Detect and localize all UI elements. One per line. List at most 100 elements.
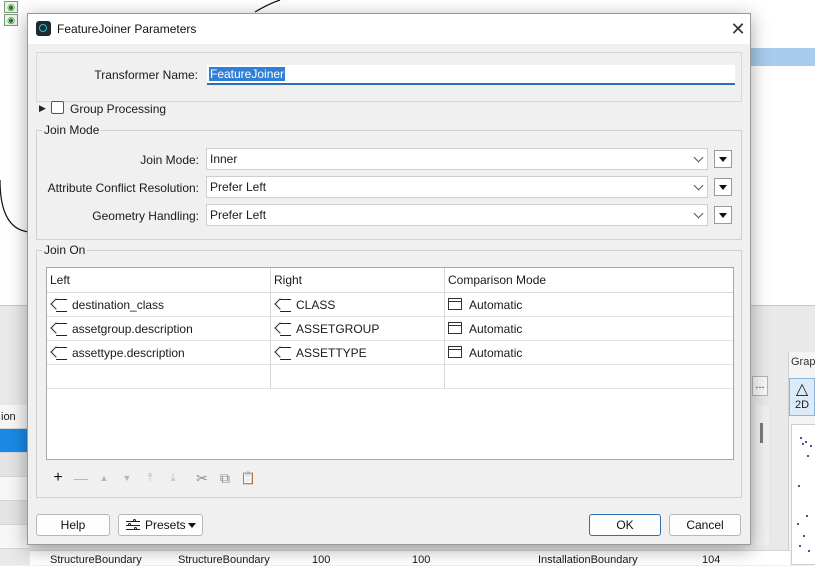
- join-mode-value: Inner: [210, 152, 238, 166]
- right-attribute-cell[interactable]: CLASS: [271, 293, 445, 317]
- comparison-mode-cell[interactable]: [445, 365, 733, 389]
- presets-label: Presets: [145, 518, 186, 532]
- comparison-mode-value: Automatic: [469, 346, 523, 360]
- transformer-name-input[interactable]: FeatureJoiner: [207, 65, 735, 85]
- eye-icon[interactable]: ◉: [4, 14, 18, 26]
- move-to-bottom-button[interactable]: ⤓: [163, 468, 183, 488]
- comparison-mode-cell[interactable]: Automatic: [445, 293, 733, 317]
- right-attribute-value: CLASS: [296, 298, 336, 312]
- sliders-icon: [126, 519, 140, 531]
- attribute-conflict-select[interactable]: Prefer Left: [206, 176, 708, 198]
- join-mode-group: Join Mode: Inner Attribute Conflict Reso…: [36, 130, 742, 240]
- move-up-button[interactable]: ▲: [94, 468, 114, 488]
- table-cell: 104: [702, 554, 721, 566]
- table-row[interactable]: [0, 429, 30, 453]
- attribute-icon: [51, 299, 67, 312]
- geometry-handling-label: Geometry Handling:: [92, 209, 199, 223]
- table-row[interactable]: [0, 501, 30, 525]
- attribute-icon: [275, 323, 291, 336]
- fme-app-icon: [36, 21, 51, 36]
- table-cell: 100: [412, 554, 431, 566]
- presets-button[interactable]: Presets: [118, 514, 203, 536]
- table-header: Left Right Comparison Mode: [47, 268, 733, 293]
- copy-button[interactable]: ⧉: [215, 468, 235, 488]
- comparison-mode-icon: [448, 346, 462, 358]
- attribute-conflict-value: Prefer Left: [210, 180, 267, 194]
- group-processing-checkbox[interactable]: [51, 101, 64, 114]
- left-attribute-cell[interactable]: destination_class: [47, 293, 271, 317]
- table-view-partial: ion: [0, 405, 30, 555]
- table-row[interactable]: assetgroup.description ASSETGROUP Automa…: [47, 317, 733, 341]
- scrollbar[interactable]: [755, 405, 769, 545]
- eye-icon[interactable]: ◉: [4, 1, 18, 13]
- comparison-mode-value: Automatic: [469, 298, 523, 312]
- left-attribute-cell[interactable]: assetgroup.description: [47, 317, 271, 341]
- attribute-conflict-label: Attribute Conflict Resolution:: [47, 181, 199, 195]
- column-header-left[interactable]: Left: [47, 268, 271, 293]
- join-mode-section-title: Join Mode: [42, 123, 102, 137]
- column-header-partial: ion: [0, 405, 30, 429]
- table-row[interactable]: [0, 525, 30, 549]
- table-row[interactable]: destination_class CLASS Automatic: [47, 293, 733, 317]
- comparison-mode-cell[interactable]: Automatic: [445, 341, 733, 365]
- chevron-down-icon: [695, 205, 702, 217]
- scrollbar-thumb[interactable]: [760, 423, 763, 443]
- move-down-button[interactable]: ▼: [117, 468, 137, 488]
- graphics-canvas[interactable]: [791, 424, 815, 565]
- cancel-button[interactable]: Cancel: [669, 514, 741, 536]
- table-cell: 100: [312, 554, 331, 566]
- chevron-down-icon: [695, 149, 702, 161]
- table-row[interactable]: assettype.description ASSETTYPE Automati…: [47, 341, 733, 365]
- table-row-empty[interactable]: [47, 365, 733, 389]
- comparison-mode-icon: [448, 322, 462, 334]
- attribute-icon: [51, 323, 67, 336]
- triangle-icon: △: [795, 381, 809, 398]
- comparison-mode-value: Automatic: [469, 322, 523, 336]
- dialog-title: FeatureJoiner Parameters: [57, 22, 197, 36]
- left-attribute-value: destination_class: [72, 298, 165, 312]
- help-button[interactable]: Help: [36, 514, 110, 536]
- table-row[interactable]: StructureBoundary StructureBoundary 100 …: [30, 550, 790, 566]
- right-attribute-cell[interactable]: ASSETGROUP: [271, 317, 445, 341]
- caret-down-icon: [188, 523, 196, 528]
- paste-button[interactable]: 📋: [238, 468, 258, 488]
- more-button[interactable]: ...: [752, 376, 768, 396]
- attribute-conflict-menu-button[interactable]: [714, 178, 732, 196]
- attribute-icon: [51, 347, 67, 360]
- join-mode-menu-button[interactable]: [714, 150, 732, 168]
- transformer-name-label: Transformer Name:: [94, 68, 198, 82]
- close-button[interactable]: ✕: [728, 19, 748, 39]
- canvas-port-icons: ◉ ◉: [4, 0, 22, 40]
- attribute-icon: [275, 347, 291, 360]
- join-mode-select[interactable]: Inner: [206, 148, 708, 170]
- geometry-handling-select[interactable]: Prefer Left: [206, 204, 708, 226]
- view-2d-button[interactable]: △ 2D: [789, 378, 815, 416]
- table-row[interactable]: [0, 477, 30, 501]
- expand-arrow-icon[interactable]: ▶: [39, 103, 46, 114]
- right-attribute-value: ASSETTYPE: [296, 346, 367, 360]
- right-attribute-cell[interactable]: ASSETTYPE: [271, 341, 445, 365]
- move-to-top-button[interactable]: ⤒: [140, 468, 160, 488]
- graphics-panel: Grap △ 2D: [788, 352, 815, 565]
- cut-button[interactable]: ✂: [192, 468, 212, 488]
- column-header-comparison-mode[interactable]: Comparison Mode: [445, 268, 733, 293]
- table-cell: StructureBoundary: [178, 554, 270, 566]
- geometry-handling-menu-button[interactable]: [714, 206, 732, 224]
- right-attribute-cell[interactable]: [271, 365, 445, 389]
- transformer-name-group: Transformer Name: FeatureJoiner: [36, 52, 742, 102]
- remove-row-button[interactable]: —: [71, 468, 91, 488]
- join-mode-label: Join Mode:: [140, 153, 199, 167]
- comparison-mode-cell[interactable]: Automatic: [445, 317, 733, 341]
- left-attribute-value: assettype.description: [72, 346, 185, 360]
- left-attribute-cell[interactable]: assettype.description: [47, 341, 271, 365]
- add-row-button[interactable]: +: [48, 468, 68, 488]
- geometry-handling-value: Prefer Left: [210, 208, 267, 222]
- join-on-section-title: Join On: [42, 243, 88, 257]
- featurejoiner-parameters-dialog: FeatureJoiner Parameters ✕ Transformer N…: [27, 13, 751, 545]
- view-2d-label: 2D: [794, 399, 810, 411]
- left-attribute-cell[interactable]: [47, 365, 271, 389]
- column-header-right[interactable]: Right: [271, 268, 445, 293]
- dialog-titlebar: FeatureJoiner Parameters ✕: [28, 14, 750, 44]
- ok-button[interactable]: OK: [589, 514, 661, 536]
- table-row[interactable]: [0, 453, 30, 477]
